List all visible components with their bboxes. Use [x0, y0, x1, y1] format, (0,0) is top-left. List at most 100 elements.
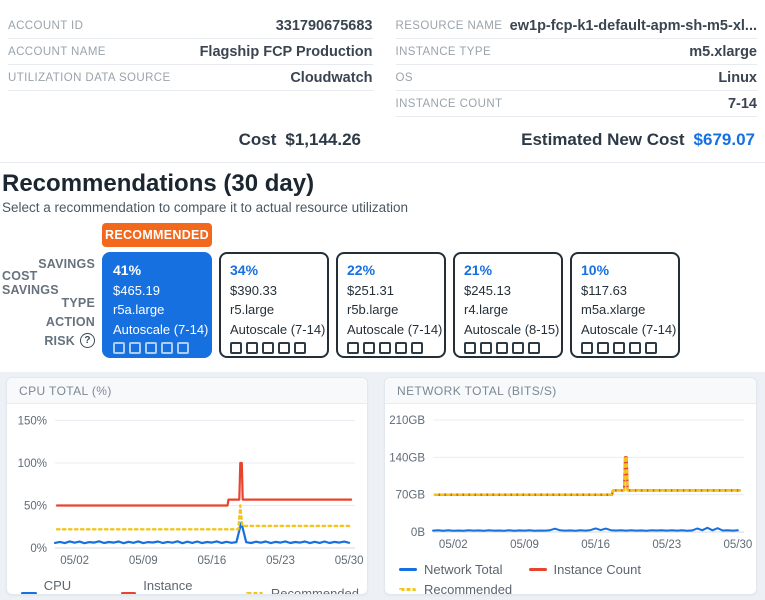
svg-text:05/02: 05/02 [439, 539, 468, 551]
legend-label: Instance Count [554, 562, 641, 577]
legend-item-instance-count: Instance Count [529, 562, 641, 577]
info-value: 7-14 [728, 96, 757, 112]
svg-text:05/09: 05/09 [129, 555, 158, 567]
risk-indicator [230, 342, 318, 354]
info-value: ew1p-fcp-k1-default-apm-sh-m5-xl... [510, 18, 757, 34]
recommendation-card[interactable]: 22%$251.31r5b.largeAutoscale (7-14) [336, 252, 446, 358]
risk-level-box [177, 342, 189, 354]
recommendation-card[interactable]: 34%$390.33r5.largeAutoscale (7-14) [219, 252, 329, 358]
recommendation-cards: RECOMMENDED41%$465.19r5a.largeAutoscale … [102, 223, 680, 358]
info-value: Cloudwatch [290, 70, 372, 86]
info-row: ACCOUNT NAMEFlagship FCP Production [8, 39, 373, 65]
svg-text:100%: 100% [18, 458, 47, 470]
chart-title: CPU TOTAL (%) [7, 378, 367, 404]
legend-item-recommended: Recommended [246, 578, 359, 595]
risk-level-box [113, 342, 125, 354]
risk-level-box [496, 342, 508, 354]
risk-level-box [347, 342, 359, 354]
risk-level-box [528, 342, 540, 354]
legend-row: Recommended [399, 582, 748, 595]
chart-legend: Network Total Instance Count Recommended [385, 559, 756, 595]
info-value: Linux [718, 70, 757, 86]
info-row: RESOURCE NAME ew1p-fcp-k1-default-apm-sh-… [396, 13, 758, 39]
risk-level-box [411, 342, 423, 354]
risk-level-box [395, 342, 407, 354]
estimated-new-cost-value: $679.07 [694, 130, 755, 149]
info-label: INSTANCE TYPE [396, 46, 492, 58]
svg-text:150%: 150% [18, 416, 47, 428]
risk-level-box [246, 342, 258, 354]
info-value: Flagship FCP Production [200, 44, 373, 60]
svg-text:0%: 0% [30, 543, 47, 555]
risk-level-box [645, 342, 657, 354]
risk-level-box [597, 342, 609, 354]
risk-level-box [512, 342, 524, 354]
recommendation-card[interactable]: 41%$465.19r5a.largeAutoscale (7-14) [102, 252, 212, 358]
card-action: Autoscale (7-14) [230, 320, 318, 340]
svg-text:05/23: 05/23 [652, 539, 681, 551]
legend-sample [399, 588, 417, 591]
legend-item-cpu-total: CPU Total [21, 578, 95, 595]
card-action: Autoscale (7-14) [113, 320, 201, 340]
rec-row-label-text: ACTION [46, 315, 95, 329]
risk-help-icon[interactable]: ? [80, 333, 95, 348]
rec-row-label-text: TYPE [62, 296, 95, 310]
legend-sample [121, 592, 137, 595]
svg-text:05/30: 05/30 [335, 555, 364, 567]
recommendation-card-column: 34%$390.33r5.largeAutoscale (7-14) [219, 252, 329, 358]
network-total-chart-body: 0B70GB140GB210GB05/0205/0905/1605/2305/3… [385, 404, 756, 595]
chart-legend: CPU Total Instance Count Recommended [7, 575, 367, 595]
legend-item-recommended: Recommended [399, 582, 512, 595]
svg-text:05/23: 05/23 [266, 555, 295, 567]
legend-label: CPU Total [44, 578, 95, 595]
card-type: r5b.large [347, 300, 435, 320]
recommendation-card-column: 10%$117.63m5a.xlargeAutoscale (7-14) [570, 252, 680, 358]
legend-sample [529, 568, 547, 571]
info-row: INSTANCE COUNT 7-14 [396, 91, 758, 117]
svg-text:50%: 50% [24, 501, 47, 513]
legend-sample [399, 568, 417, 571]
cost-summary-row: Cost$1,144.26 Estimated New Cost$679.07 [8, 130, 757, 150]
recommendation-row-labels: SAVINGSCOST SAVINGSTYPEACTIONRISK? [2, 254, 95, 358]
chart-title: NETWORK TOTAL (BITS/S) [385, 378, 756, 404]
card-cost-savings: $251.31 [347, 281, 435, 301]
resource-summary-panel: ACCOUNT ID331790675683ACCOUNT NAMEFlagsh… [0, 0, 765, 163]
rec-row-label-risk: RISK? [44, 332, 95, 349]
utilization-charts-section: CPU TOTAL (%) 0% 50% 100% 150% 05/02 05/09 05/1… [0, 372, 765, 600]
cost-value: $1,144.26 [285, 130, 361, 149]
risk-level-box [294, 342, 306, 354]
network-total-series-instance-count [435, 457, 740, 494]
card-cost-savings: $465.19 [113, 281, 201, 301]
card-savings: 21% [464, 261, 552, 281]
recommendation-card[interactable]: 21%$245.13r4.largeAutoscale (8-15) [453, 252, 563, 358]
risk-level-box [278, 342, 290, 354]
info-label: RESOURCE NAME [396, 20, 503, 32]
svg-text:05/16: 05/16 [581, 539, 610, 551]
risk-level-box [145, 342, 157, 354]
info-label: INSTANCE COUNT [396, 98, 503, 110]
cost-label: Cost [239, 130, 277, 149]
cpu-total-series-recommended [57, 506, 351, 530]
risk-level-box [262, 342, 274, 354]
info-row: ACCOUNT ID331790675683 [8, 13, 373, 39]
card-action: Autoscale (7-14) [581, 320, 669, 340]
risk-level-box [230, 342, 242, 354]
legend-item-instance-count: Instance Count [121, 578, 220, 595]
legend-label: Network Total [424, 562, 503, 577]
recommendations-title: Recommendations (30 day) [2, 169, 765, 198]
card-cost-savings: $390.33 [230, 281, 318, 301]
legend-label: Recommended [271, 586, 359, 596]
recommendations-grid: SAVINGSCOST SAVINGSTYPEACTIONRISK? RECOM… [2, 223, 765, 358]
rec-row-label-text: RISK [44, 334, 75, 348]
risk-level-box [464, 342, 476, 354]
card-type: r4.large [464, 300, 552, 320]
card-action: Autoscale (8-15) [464, 320, 552, 340]
svg-text:05/09: 05/09 [510, 539, 539, 551]
cpu-total-chart-svg: 0%50%100%150%05/0205/0905/1605/2305/30 [7, 404, 365, 570]
recommendation-card-column: 22%$251.31r5b.largeAutoscale (7-14) [336, 252, 446, 358]
recommendation-card[interactable]: 10%$117.63m5a.xlargeAutoscale (7-14) [570, 252, 680, 358]
risk-level-box [129, 342, 141, 354]
svg-text:05/30: 05/30 [724, 539, 753, 551]
network-total-series-recommended [435, 457, 740, 494]
risk-level-box [161, 342, 173, 354]
